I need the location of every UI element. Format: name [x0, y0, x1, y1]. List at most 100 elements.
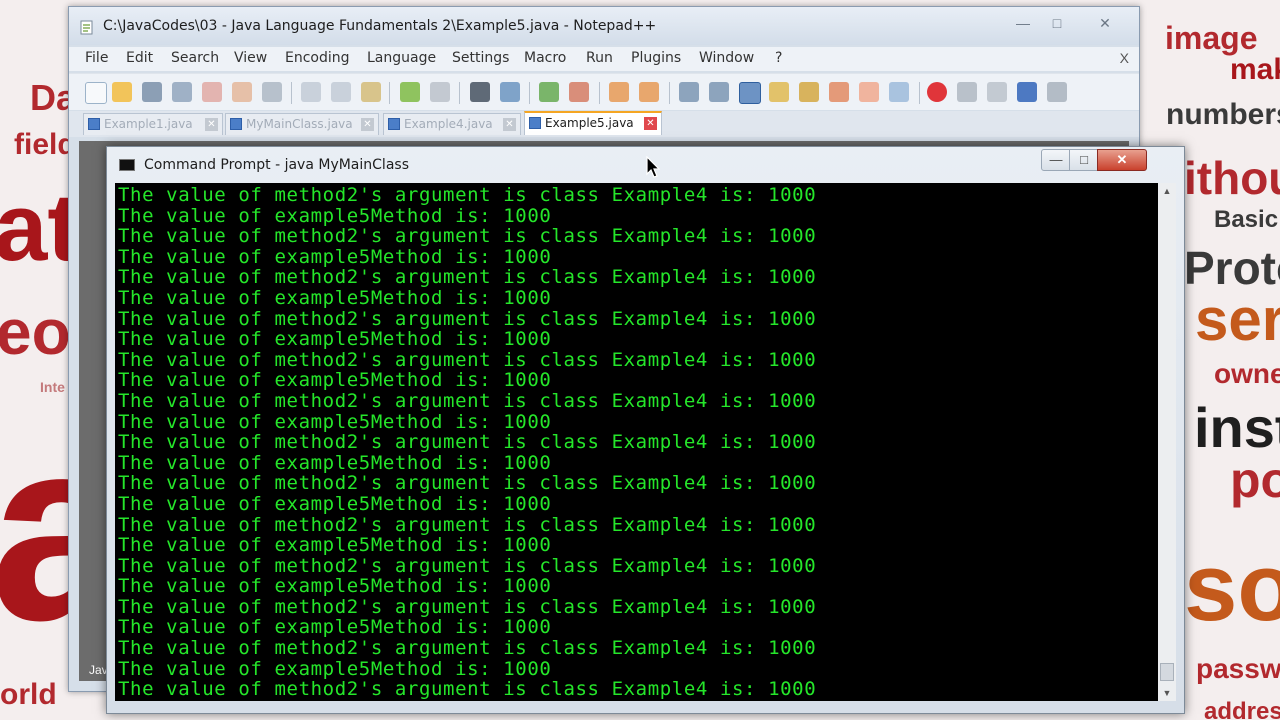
minimize-button[interactable]: —: [1041, 149, 1071, 171]
tab-example1[interactable]: Example1.java ✕: [83, 113, 223, 135]
close-document-icon[interactable]: X: [1120, 50, 1129, 66]
wallpaper-word: pov: [1230, 452, 1280, 508]
sync-vertical-icon[interactable]: [609, 82, 629, 102]
console-line: The value of method2's argument is class…: [118, 389, 817, 412]
tab-close-icon[interactable]: ✕: [205, 118, 218, 131]
tab-close-icon[interactable]: ✕: [644, 117, 657, 130]
close-file-icon[interactable]: [202, 82, 222, 102]
console-line: The value of example5Method is: 1000: [118, 575, 552, 598]
close-all-icon[interactable]: [232, 82, 252, 102]
tab-close-icon[interactable]: ✕: [361, 118, 374, 131]
wallpaper-word: sof: [1184, 534, 1280, 641]
menu-file[interactable]: File: [85, 50, 108, 66]
tab-example4[interactable]: Example4.java ✕: [383, 113, 521, 135]
menu-settings[interactable]: Settings: [452, 50, 509, 66]
tab-label: Example1.java: [104, 117, 193, 131]
tab-close-icon[interactable]: ✕: [503, 118, 516, 131]
scroll-down-icon[interactable]: ▼: [1158, 685, 1176, 701]
undo-icon[interactable]: [400, 82, 420, 102]
close-button[interactable]: ✕: [1091, 13, 1119, 33]
cut-icon[interactable]: [301, 82, 321, 102]
toolbar: [69, 73, 1139, 110]
console-line: The value of method2's argument is class…: [118, 266, 817, 289]
close-button[interactable]: ✕: [1097, 149, 1147, 171]
file-icon: [88, 118, 100, 130]
vertical-scrollbar[interactable]: ▲ ▼: [1158, 183, 1176, 701]
wallpaper-word: owner: [1214, 358, 1280, 389]
zoom-in-icon[interactable]: [539, 82, 559, 102]
wallpaper-word: serv: [1195, 286, 1280, 353]
run-macro-multiple-icon[interactable]: [1017, 82, 1037, 102]
minimize-button[interactable]: —: [1009, 13, 1037, 33]
menu-language[interactable]: Language: [367, 50, 436, 66]
wallpaper-word: numbers: [1166, 98, 1280, 131]
maximize-button[interactable]: □: [1043, 13, 1071, 33]
notepadpp-titlebar[interactable]: C:\JavaCodes\03 - Java Language Fundamen…: [69, 7, 1139, 45]
doc-map-icon[interactable]: [799, 82, 819, 102]
replace-icon[interactable]: [500, 82, 520, 102]
redo-icon[interactable]: [430, 82, 450, 102]
wallpaper-word: image: [1165, 20, 1258, 56]
console-lines: The value of method2's argument is class…: [118, 185, 816, 701]
word-wrap-icon[interactable]: [679, 82, 699, 102]
zoom-out-icon[interactable]: [569, 82, 589, 102]
tab-label: Example5.java: [545, 116, 634, 130]
wallpaper-word: Protocol: [1184, 242, 1280, 294]
open-file-icon[interactable]: [112, 82, 132, 102]
menu-plugins[interactable]: Plugins: [631, 50, 681, 66]
console-line: The value of method2's argument is class…: [118, 595, 817, 618]
toolbar-separator: [919, 82, 920, 104]
menu-search[interactable]: Search: [171, 50, 219, 66]
play-macro-icon[interactable]: [987, 82, 1007, 102]
stop-macro-icon[interactable]: [957, 82, 977, 102]
find-icon[interactable]: [470, 82, 490, 102]
console-output[interactable]: The value of method2's argument is class…: [115, 183, 1158, 701]
menu-run[interactable]: Run: [586, 50, 613, 66]
save-icon[interactable]: [142, 82, 162, 102]
window-title: Command Prompt - java MyMainClass: [144, 157, 409, 173]
console-line: The value of method2's argument is class…: [118, 307, 817, 330]
scroll-thumb[interactable]: [1160, 663, 1174, 681]
function-list-icon[interactable]: [829, 82, 849, 102]
menu-window[interactable]: Window: [699, 50, 754, 66]
console-line: The value of method2's argument is class…: [118, 184, 817, 206]
toolbar-separator: [459, 82, 460, 104]
console-line: The value of example5Method is: 1000: [118, 410, 552, 433]
scroll-up-icon[interactable]: ▲: [1158, 183, 1176, 199]
console-line: The value of method2's argument is class…: [118, 513, 817, 536]
wallpaper-word: ithout: [1184, 152, 1280, 204]
menu-edit[interactable]: Edit: [126, 50, 153, 66]
monitoring-icon[interactable]: [889, 82, 909, 102]
record-macro-icon[interactable]: [927, 82, 947, 102]
new-file-icon[interactable]: [85, 82, 107, 104]
tab-mymainclass[interactable]: MyMainClass.java ✕: [225, 113, 379, 135]
copy-icon[interactable]: [331, 82, 351, 102]
menu-view[interactable]: View: [234, 50, 267, 66]
toolbar-separator: [669, 82, 670, 104]
print-icon[interactable]: [262, 82, 282, 102]
mouse-cursor-icon: [646, 156, 660, 178]
save-all-icon[interactable]: [172, 82, 192, 102]
menu-help[interactable]: ?: [775, 50, 782, 66]
console-line: The value of method2's argument is class…: [118, 678, 817, 701]
wallpaper-word: Basic: [1214, 206, 1279, 233]
sync-horizontal-icon[interactable]: [639, 82, 659, 102]
menu-macro[interactable]: Macro: [524, 50, 566, 66]
console-line: The value of method2's argument is class…: [118, 554, 817, 577]
folder-workspace-icon[interactable]: [859, 82, 879, 102]
paste-icon[interactable]: [361, 82, 381, 102]
tab-example5[interactable]: Example5.java ✕: [524, 111, 662, 135]
wallpaper-word: passwor: [1196, 653, 1280, 684]
show-all-characters-icon[interactable]: [709, 82, 729, 102]
maximize-button[interactable]: □: [1069, 149, 1099, 171]
menu-encoding[interactable]: Encoding: [285, 50, 350, 66]
window-title: C:\JavaCodes\03 - Java Language Fundamen…: [103, 18, 657, 34]
save-macro-icon[interactable]: [1047, 82, 1067, 102]
console-line: The value of example5Method is: 1000: [118, 492, 552, 515]
console-line: The value of example5Method is: 1000: [118, 700, 816, 701]
indent-guide-icon[interactable]: [739, 82, 761, 104]
console-line: The value of example5Method is: 1000: [118, 245, 552, 268]
console-line: The value of example5Method is: 1000: [118, 657, 552, 680]
user-language-icon[interactable]: [769, 82, 789, 102]
wallpaper-word: make: [1230, 53, 1280, 86]
